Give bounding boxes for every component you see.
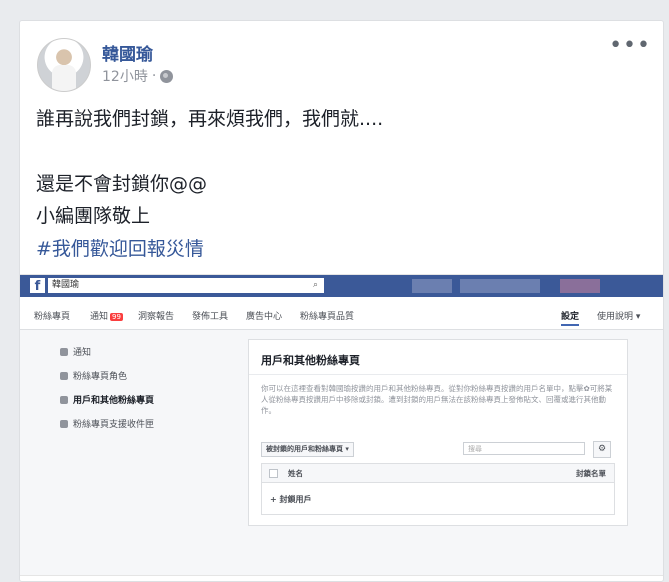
- side-item-support-inbox: 粉絲專頁支援收件匣: [60, 417, 154, 430]
- page-nav: 粉絲專頁 通知 99 洞察報告 發佈工具 廣告中心 粉絲專頁品質 設定 使用說明 …: [20, 297, 663, 330]
- author-avatar[interactable]: [37, 38, 91, 92]
- panel-search-input: 搜尋: [463, 442, 585, 455]
- globe-icon: [60, 347, 68, 356]
- nav-item-help: 使用說明 ▾: [597, 312, 641, 322]
- panel-description: 你可以在這裡查看對韓國瑜按讚的用戶和其他粉絲專頁。從對你粉絲專頁按讚的用戶名單中…: [261, 384, 613, 415]
- embedded-screenshot[interactable]: f 韓國瑜 ⌕ 粉絲專頁 通知 99 洞察報告 發佈工具 廣告中心 粉絲專頁品質 …: [20, 274, 663, 576]
- more-options-icon[interactable]: •••: [609, 35, 651, 57]
- col-blocked-header: 封鎖名單: [576, 469, 606, 478]
- blocked-table: 姓名 封鎖名單 + 封鎖用戶: [261, 463, 615, 515]
- author-name[interactable]: 韓國瑜: [102, 40, 153, 65]
- post-line-2: 還是不會封鎖你@@: [36, 173, 208, 195]
- post-line-3: 小編團隊敬上: [36, 205, 151, 227]
- inbox-icon: [60, 419, 68, 428]
- post-meta: 12小時 ·: [102, 66, 174, 86]
- fb-search-input: 韓國瑜 ⌕: [48, 278, 324, 293]
- globe-icon[interactable]: [160, 69, 174, 83]
- nav-item-publishing-tools: 發佈工具: [192, 312, 229, 322]
- blurred-region: [560, 279, 600, 293]
- search-icon: ⌕: [312, 280, 318, 290]
- fb-search-value: 韓國瑜: [52, 280, 80, 290]
- filter-dropdown: 被封鎖的用戶和粉絲專頁 ▾: [261, 442, 354, 457]
- gear-icon: ⚙: [593, 441, 611, 458]
- col-name-header: 姓名: [288, 469, 303, 478]
- nav-item-settings: 設定: [561, 309, 580, 326]
- add-blocked-user-link: + 封鎖用戶: [270, 495, 312, 504]
- nav-item-page-quality: 粉絲專頁品質: [300, 312, 355, 322]
- side-item-notifications: 通知: [60, 345, 91, 358]
- post-card: 韓國瑜 12小時 · ••• 誰再說我們封鎖，再來煩我們，我們就.... 還是不…: [19, 20, 664, 582]
- hashtag-link[interactable]: #我們歡迎回報災情: [36, 234, 204, 261]
- side-item-page-roles: 粉絲專頁角色: [60, 369, 127, 382]
- nav-notifications-label: 通知: [90, 312, 109, 322]
- person-icon: [60, 371, 68, 380]
- side-item-label: 粉絲專頁角色: [73, 372, 128, 382]
- side-item-label: 用戶和其他粉絲專頁: [73, 396, 155, 406]
- settings-side-menu: 通知 粉絲專頁角色 用戶和其他粉絲專頁 粉絲專頁支援收件匣: [58, 337, 238, 445]
- nav-item-insights: 洞察報告: [138, 312, 175, 322]
- fb-top-bar: f 韓國瑜 ⌕: [20, 275, 663, 297]
- post-line-1: 誰再說我們封鎖，再來煩我們，我們就....: [36, 108, 384, 130]
- divider: [249, 374, 627, 375]
- post-time[interactable]: 12小時: [102, 66, 148, 86]
- side-item-label: 粉絲專頁支援收件匣: [73, 420, 155, 430]
- nav-item-page: 粉絲專頁: [34, 312, 71, 322]
- nav-item-notifications: 通知 99: [90, 309, 123, 322]
- side-item-people-and-pages: 用戶和其他粉絲專頁: [60, 393, 154, 406]
- blurred-region: [412, 279, 452, 293]
- panel-title: 用戶和其他粉絲專頁: [261, 354, 360, 367]
- table-header: 姓名 封鎖名單: [262, 464, 614, 483]
- side-item-label: 通知: [73, 348, 92, 358]
- nav-item-ad-center: 廣告中心: [246, 312, 283, 322]
- meta-dot: ·: [151, 68, 157, 84]
- notification-badge: 99: [110, 313, 123, 321]
- facebook-logo-icon: f: [30, 278, 45, 294]
- select-all-checkbox: [269, 469, 278, 478]
- people-pages-panel: 用戶和其他粉絲專頁 你可以在這裡查看對韓國瑜按讚的用戶和其他粉絲專頁。從對你粉絲…: [248, 339, 628, 526]
- people-icon: [60, 395, 68, 404]
- blurred-region: [460, 279, 540, 293]
